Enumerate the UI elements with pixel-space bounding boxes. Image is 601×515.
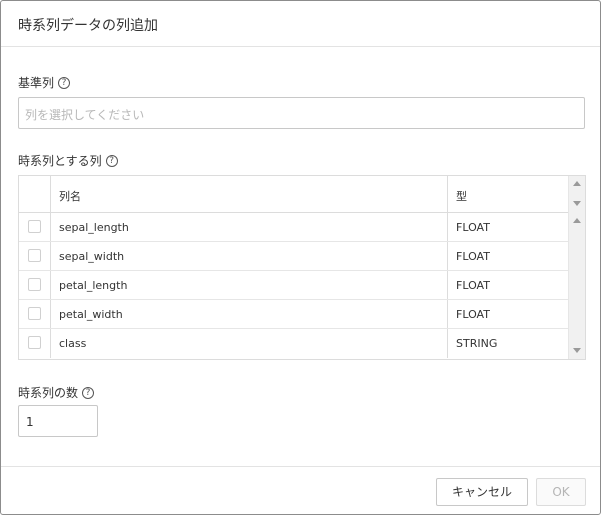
series-columns-table: 列名 型 sepal_length FLOAT sepal_width FLOA… [18,175,586,360]
column-name-header: 列名 [59,190,81,203]
table-row[interactable]: petal_width FLOAT [19,300,568,329]
row-column-name: sepal_length [59,221,129,234]
table-row[interactable]: sepal_width FLOAT [19,242,568,271]
scroll-down-icon[interactable] [573,201,581,206]
dialog-title: 時系列データの列追加 [18,18,158,34]
base-column-label: 基準列 [18,76,55,90]
cancel-button[interactable]: キャンセル [436,478,528,506]
help-icon[interactable]: ? [82,386,95,399]
series-columns-label-group: 時系列とする列 ? [18,152,118,169]
header-check-cell [19,176,51,212]
series-columns-label: 時系列とする列 [18,154,102,168]
scroll-up-icon[interactable] [573,181,581,186]
column-type-header: 型 [456,190,467,203]
series-count-label-group: 時系列の数 ? [18,384,95,401]
table-header: 列名 型 [19,176,568,213]
table-row[interactable]: class STRING [19,329,568,358]
table-row[interactable]: sepal_length FLOAT [19,213,568,242]
series-count-value: 1 [26,415,34,429]
row-checkbox[interactable] [28,220,41,233]
series-count-label: 時系列の数 [18,386,79,400]
row-checkbox[interactable] [28,249,41,262]
row-column-type: FLOAT [456,308,490,321]
table-row[interactable]: petal_length FLOAT [19,271,568,300]
row-column-type: FLOAT [456,250,490,263]
row-column-type: STRING [456,337,498,350]
table-scrollbar[interactable] [568,176,585,359]
row-column-name: class [59,337,87,350]
help-icon[interactable]: ? [105,154,118,167]
row-column-type: FLOAT [456,221,490,234]
header-name-cell[interactable]: 列名 [51,176,448,212]
row-checkbox[interactable] [28,307,41,320]
dialog-footer: キャンセル OK [1,466,600,514]
base-column-label-group: 基準列 ? [18,74,71,91]
row-checkbox[interactable] [28,278,41,291]
scroll-down-icon[interactable] [573,348,581,353]
header-type-cell[interactable]: 型 [448,176,568,212]
base-column-select[interactable]: 列を選択してください [18,97,585,129]
add-time-series-columns-dialog: 時系列データの列追加 基準列 ? 列を選択してください 時系列とする列 ? 列名… [0,0,601,515]
dialog-header: 時系列データの列追加 [1,1,600,47]
row-column-name: petal_width [59,308,123,321]
base-column-placeholder: 列を選択してください [25,108,145,122]
row-column-name: petal_length [59,279,128,292]
row-column-type: FLOAT [456,279,490,292]
row-column-name: sepal_width [59,250,125,263]
help-icon[interactable]: ? [58,76,71,89]
series-count-input[interactable]: 1 [18,405,98,437]
row-checkbox[interactable] [28,336,41,349]
ok-button[interactable]: OK [536,478,586,506]
scroll-up-icon[interactable] [573,218,581,223]
